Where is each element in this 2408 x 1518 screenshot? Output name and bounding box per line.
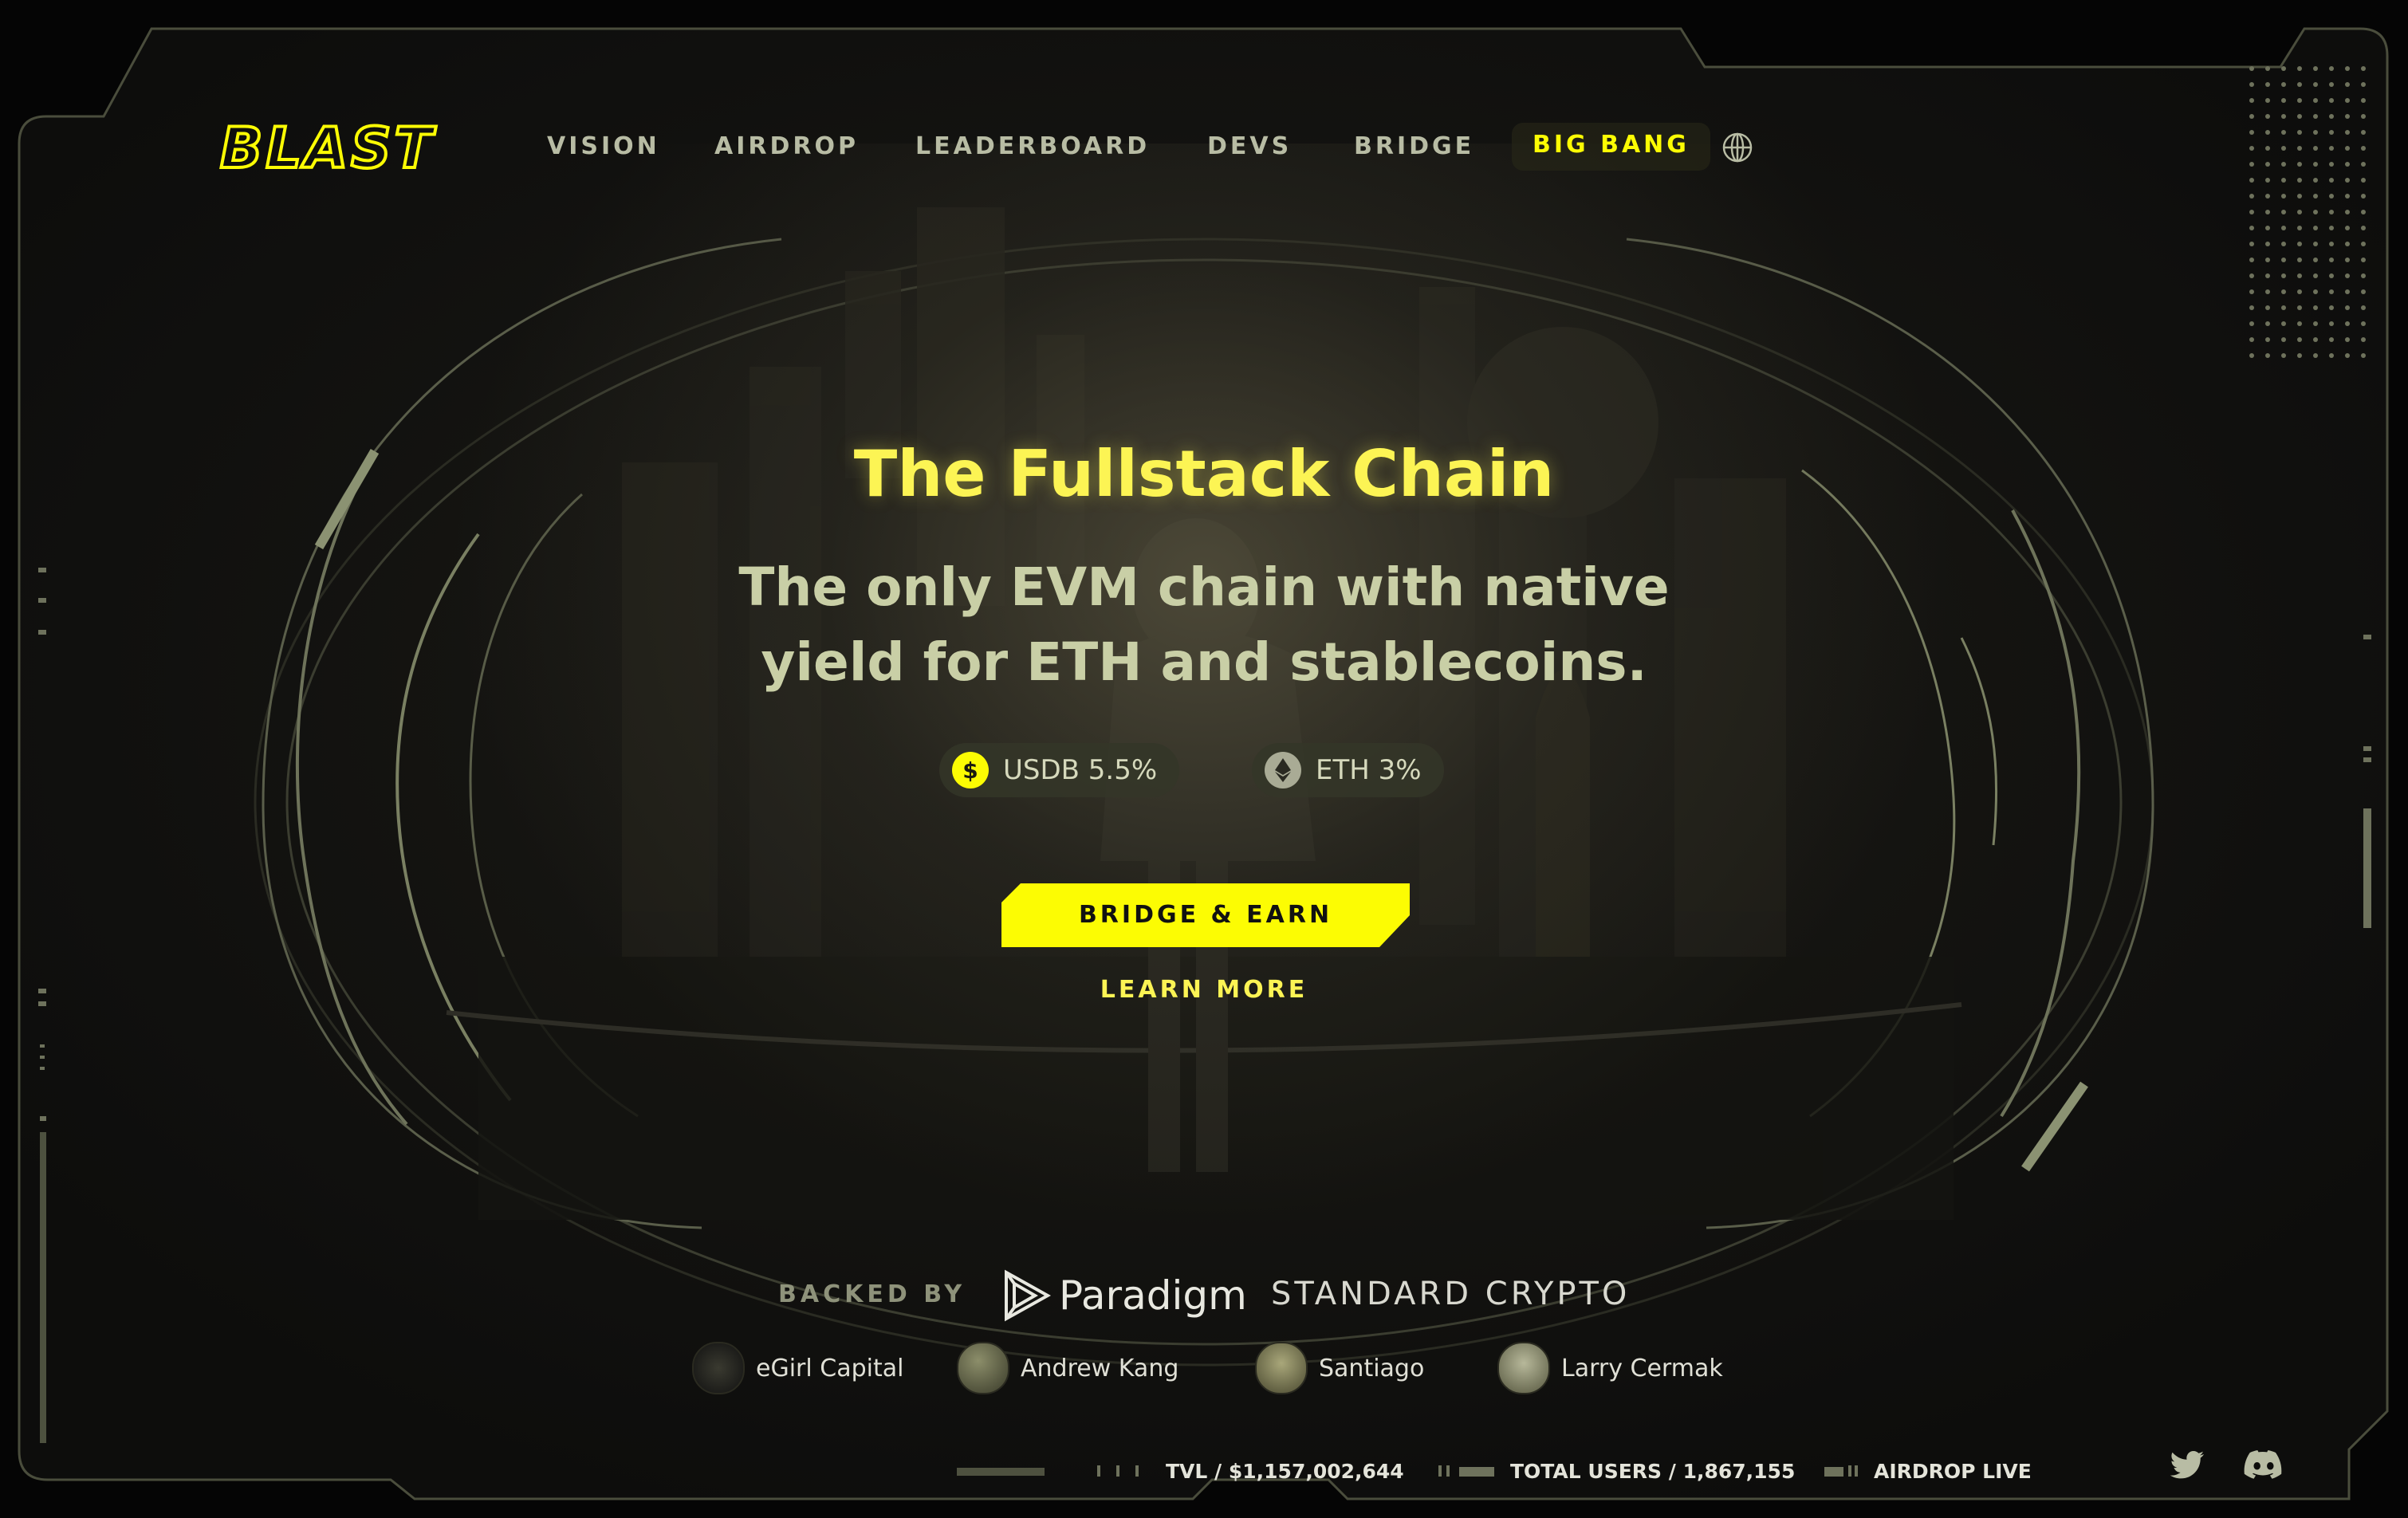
paradigm-logo[interactable]: Paradigm bbox=[1003, 1268, 1247, 1323]
backer-egirl-capital[interactable]: eGirl Capital bbox=[692, 1342, 904, 1394]
total-users-stat: TOTAL USERS / 1,867,155 bbox=[1510, 1460, 1796, 1483]
nav-vision[interactable]: VISION bbox=[547, 132, 660, 164]
bridge-earn-button[interactable] bbox=[1001, 883, 1410, 947]
hero-title: The Fullstack Chain bbox=[853, 437, 1555, 511]
ethereum-icon bbox=[1265, 752, 1301, 788]
standard-crypto-logo[interactable]: STANDARD CRYPTO bbox=[1271, 1276, 1630, 1312]
nav-devs[interactable]: DEVS bbox=[1207, 132, 1292, 164]
eth-yield-label: ETH 3% bbox=[1316, 754, 1422, 786]
twitter-icon[interactable] bbox=[2167, 1445, 2207, 1485]
santiago-avatar bbox=[1255, 1342, 1308, 1394]
nav-airdrop[interactable]: AIRDROP bbox=[714, 132, 859, 164]
backer-name: Santiago bbox=[1319, 1354, 1425, 1382]
usdb-yield-badge: $ USDB 5.5% bbox=[939, 743, 1180, 797]
globe-icon[interactable] bbox=[1721, 131, 1754, 164]
paradigm-name: Paradigm bbox=[1059, 1272, 1247, 1319]
backer-name: eGirl Capital bbox=[756, 1354, 904, 1382]
eth-yield-badge: ETH 3% bbox=[1252, 743, 1444, 797]
egirl-capital-avatar bbox=[692, 1342, 745, 1394]
nav-big-bang[interactable]: BIG BANG bbox=[1512, 123, 1710, 171]
hero-subtitle-line-2: yield for ETH and stablecoins. bbox=[761, 631, 1647, 693]
backer-andrew-kang[interactable]: Andrew Kang bbox=[957, 1342, 1179, 1394]
hero-subtitle-line-1: The only EVM chain with native bbox=[738, 556, 1670, 618]
backer-larry-cermak[interactable]: Larry Cermak bbox=[1497, 1342, 1723, 1394]
backer-name: Larry Cermak bbox=[1561, 1354, 1723, 1382]
dollar-coin-icon: $ bbox=[952, 752, 989, 788]
airdrop-live-link[interactable]: AIRDROP LIVE bbox=[1874, 1457, 2032, 1486]
backed-by-label: BACKED BY bbox=[778, 1280, 966, 1308]
learn-more-link[interactable]: LEARN MORE bbox=[0, 976, 2408, 1004]
blast-logo[interactable]: BLAST bbox=[217, 120, 480, 177]
hero-subtitle: The only EVM chain with native yield for… bbox=[0, 550, 2408, 700]
nav-bridge[interactable]: BRIDGE bbox=[1354, 132, 1474, 164]
page: BLAST VISION AIRDROP LEADERBOARD DEVS BR… bbox=[0, 0, 2408, 1518]
usdb-yield-label: USDB 5.5% bbox=[1003, 754, 1158, 786]
svg-text:BLAST: BLAST bbox=[220, 120, 437, 177]
tvl-stat: TVL / $1,157,002,644 bbox=[1166, 1460, 1404, 1483]
backer-name: Andrew Kang bbox=[1021, 1354, 1179, 1382]
backer-santiago[interactable]: Santiago bbox=[1255, 1342, 1425, 1394]
discord-icon[interactable] bbox=[2244, 1445, 2284, 1485]
larry-cermak-avatar bbox=[1497, 1342, 1550, 1394]
nav-leaderboard[interactable]: LEADERBOARD bbox=[915, 132, 1150, 164]
andrew-kang-avatar bbox=[957, 1342, 1009, 1394]
paradigm-icon bbox=[1005, 1269, 1051, 1322]
